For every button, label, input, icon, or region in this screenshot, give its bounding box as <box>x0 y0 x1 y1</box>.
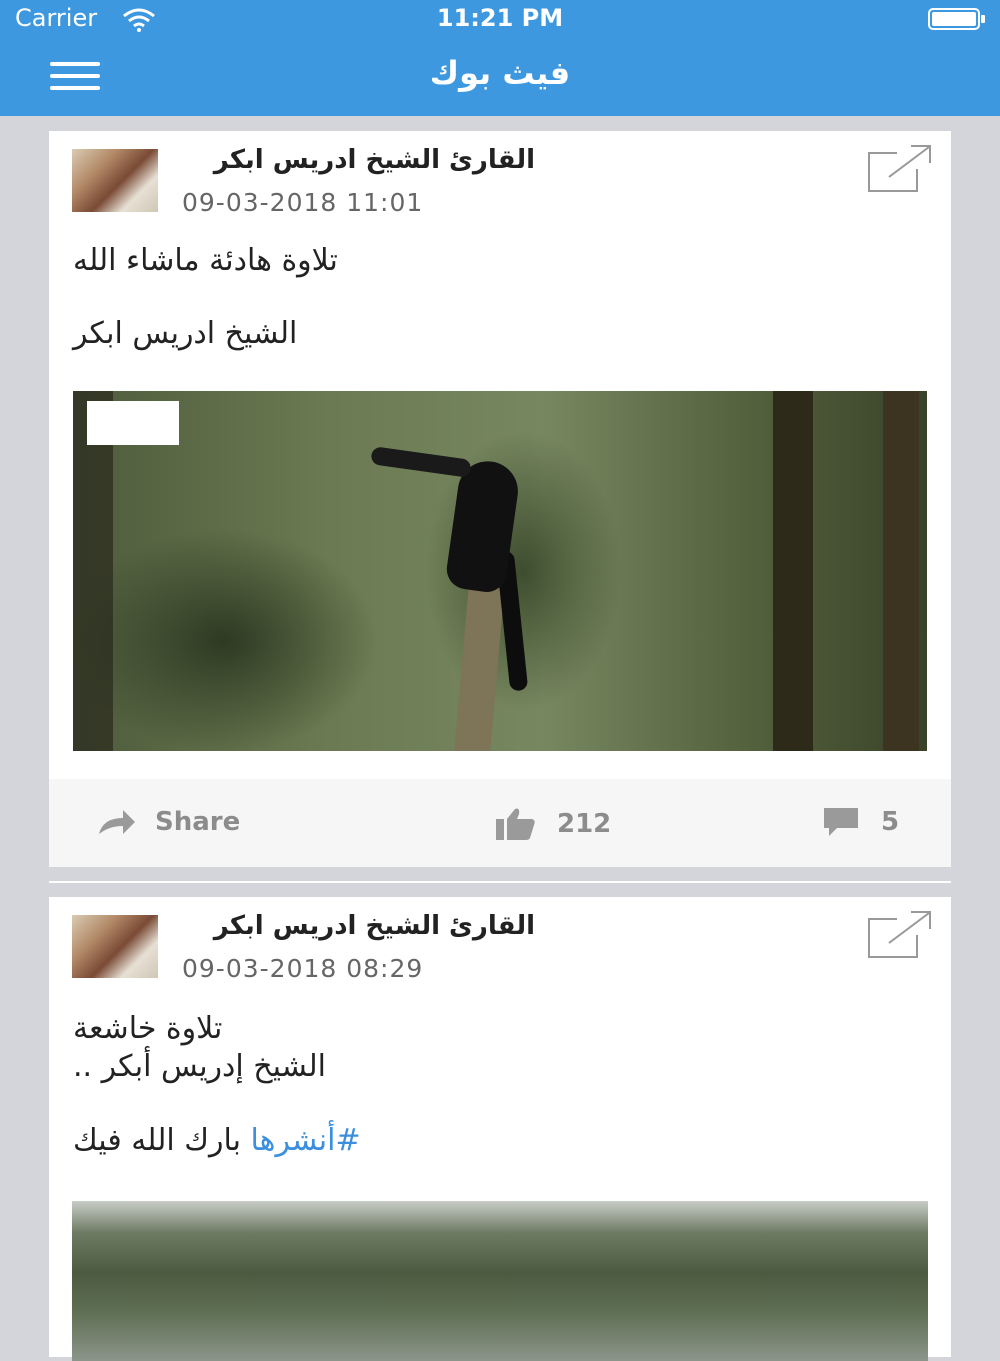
comment-count: 5 <box>881 807 900 837</box>
like-count: 212 <box>557 809 612 839</box>
post-author[interactable]: القارئ الشيخ ادريس ابكر <box>214 911 535 941</box>
post-text-line: تلاوة خاشعة <box>73 1011 223 1046</box>
post-text-line: تلاوة هادئة ماشاء الله <box>73 243 338 278</box>
post-image[interactable] <box>73 391 927 751</box>
page-title: فيث بوك <box>429 54 571 92</box>
avatar[interactable] <box>72 149 158 212</box>
share-button[interactable]: Share <box>97 807 240 837</box>
image-label-box <box>87 401 179 445</box>
post-date: 09-03-2018 11:01 <box>182 188 424 217</box>
share-label: Share <box>155 807 241 837</box>
hashtag-link[interactable]: #أنشرها <box>251 1123 361 1158</box>
external-link-icon[interactable] <box>867 143 933 193</box>
post-text-line: الشيخ ادريس ابكر <box>73 316 298 351</box>
post-actions-bar: Share 212 5 <box>49 779 951 867</box>
top-bar: Carrier 11:21 PM فيث بوك <box>0 0 1000 116</box>
battery-icon <box>928 8 985 30</box>
status-time: 11:21 PM <box>436 4 564 32</box>
post-text-tail: بارك الله فيك <box>73 1123 241 1158</box>
share-arrow-icon <box>99 810 135 834</box>
post-card: القارئ الشيخ ادريس ابكر 09-03-2018 11:01… <box>49 131 951 867</box>
post-image[interactable] <box>72 1201 928 1361</box>
thumbs-up-icon <box>496 808 535 840</box>
post-card: القارئ الشيخ ادريس ابكر 09-03-2018 08:29… <box>49 897 951 1361</box>
like-button[interactable]: 212 <box>495 807 611 841</box>
comment-icon <box>824 808 858 836</box>
divider <box>49 881 951 883</box>
external-link-icon[interactable] <box>867 909 933 959</box>
post-author[interactable]: القارئ الشيخ ادريس ابكر <box>214 145 535 175</box>
post-text-line: الشيخ إدريس أبكر .. <box>73 1049 326 1084</box>
comment-button[interactable]: 5 <box>823 807 899 837</box>
avatar[interactable] <box>72 915 158 978</box>
post-date: 09-03-2018 08:29 <box>182 954 424 983</box>
post-text-line: #أنشرها بارك الله فيك <box>73 1123 927 1158</box>
